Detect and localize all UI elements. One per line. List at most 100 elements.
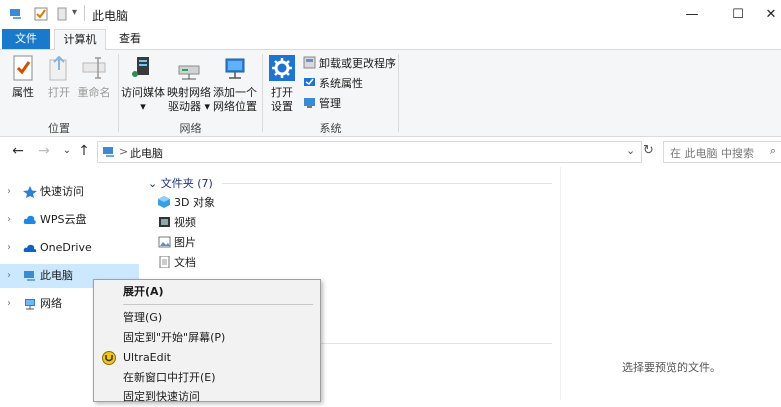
open-settings-button[interactable]: 打开 设置 [265,54,299,114]
location-group-label: 位置 [48,122,70,135]
uninstall-program-button[interactable]: 卸载或更改程序 [303,54,396,74]
expand-chevron-icon[interactable]: › [7,208,11,232]
this-pc-icon [10,9,21,19]
ribbon: 属性 打开 重命名 位置 访问媒体 ▾ 映射网络 驱动器 ▾ 添加一个 网络位置 [0,50,781,137]
menu-item-label: 固定到"开始"屏幕(P) [123,331,226,344]
manage-label: 管理 [319,97,341,110]
forward-arrow-icon[interactable]: → [35,143,53,159]
search-placeholder: 在 此电脑 中搜索 [670,147,754,160]
network-icon [25,299,35,310]
navigation-row: ← → ⌄ ↑ > 此电脑 ⌄ ↻ 在 此电脑 中搜索 ⌕ [0,137,781,167]
open-button[interactable]: 打开 [44,54,74,100]
rename-label: 重命名 [77,86,111,99]
3d-objects-icon [158,196,170,208]
address-dropdown-icon[interactable]: ⌄ [626,144,635,157]
menu-item-pin-to-start[interactable]: 固定到"开始"屏幕(P) [94,328,320,348]
access-media-label: 访问媒体 [121,86,165,99]
network-location-icon [225,58,245,79]
uninstall-icon [303,56,316,69]
maximize-button[interactable]: ☐ [715,0,761,29]
minimize-button[interactable]: — [669,0,715,29]
address-bar[interactable]: > 此电脑 ⌄ [97,141,642,163]
expand-chevron-icon[interactable]: › [7,236,11,260]
menu-item-expand[interactable]: 展开(A) [94,282,320,302]
expand-chevron-icon[interactable]: › [7,292,11,316]
tab-view[interactable]: 查看 [108,29,152,49]
back-arrow-icon[interactable]: ← [9,143,27,159]
properties-button[interactable]: 属性 [6,54,40,100]
nav-label: 此电脑 [40,269,73,282]
menu-item-manage[interactable]: 管理(G) [94,308,320,328]
folder-item[interactable]: 图片 [158,233,196,253]
new-folder-icon[interactable] [55,7,69,21]
up-arrow-icon[interactable]: ↑ [75,143,93,159]
menu-item-open-new-window[interactable]: 在新窗口中打开(E) [94,368,320,388]
expand-chevron-icon[interactable]: › [7,264,11,288]
search-box[interactable]: 在 此电脑 中搜索 ⌕ [663,141,781,163]
folder-label: 3D 对象 [174,196,215,209]
manage-button[interactable]: 管理 [303,94,341,114]
rename-button[interactable]: 重命名 [76,54,112,100]
folder-label: 图片 [174,236,196,249]
breadcrumb-this-pc[interactable]: 此电脑 [130,145,163,161]
breadcrumb-separator[interactable]: > [119,145,128,158]
folder-item[interactable]: 视频 [158,213,196,233]
uninstall-program-label: 卸载或更改程序 [319,57,396,70]
folders-group-title: 文件夹 (7) [160,177,213,190]
menu-item-label: UltraEdit [123,351,171,364]
ribbon-separator [398,54,399,132]
add-network-location-button[interactable]: 添加一个 网络位置 [212,54,258,114]
folder-item[interactable]: 3D 对象 [158,193,215,213]
properties-icon [13,55,33,81]
close-button[interactable]: ✕ [761,0,781,29]
search-icon[interactable]: ⌕ [770,144,776,158]
nav-item-quick-access[interactable]: › 快速访问 [0,180,139,204]
tab-file[interactable]: 文件 [2,29,50,49]
collapse-chevron-icon[interactable]: ⌄ [148,177,157,190]
nav-item-wps-cloud[interactable]: › WPS云盘 [0,208,139,232]
ribbon-tabs: 文件 计算机 查看 [0,29,781,51]
quick-access-dropdown-icon[interactable]: ▾ [72,7,77,18]
access-media-button[interactable]: 访问媒体 ▾ [120,54,166,114]
nav-label: OneDrive [40,241,92,254]
manage-icon [304,98,315,108]
nav-label: 网络 [40,297,62,310]
folder-item[interactable]: 文档 [158,253,196,273]
access-media-dropdown-icon: ▾ [140,100,146,113]
add-network-location-line2: 网络位置 [213,100,257,113]
menu-item-label: 在新窗口中打开(E) [123,371,216,384]
open-settings-line1: 打开 [271,86,293,99]
open-icon [49,55,67,81]
rename-icon [82,57,106,79]
map-network-drive-button[interactable]: 映射网络 驱动器 ▾ [166,54,212,114]
folder-label: 文档 [174,256,196,269]
system-properties-button[interactable]: 系统属性 [303,74,363,94]
refresh-icon[interactable]: ↻ [643,143,654,158]
title-divider [84,5,85,21]
recent-locations-chevron-icon[interactable]: ⌄ [58,145,76,156]
folders-group-header[interactable]: ⌄ 文件夹 (7) [148,175,213,191]
context-menu: 展开(A) 管理(G) 固定到"开始"屏幕(P) UltraEdit 在新窗口中… [93,279,321,403]
map-network-drive-line1: 映射网络 [167,86,211,99]
menu-item-label: 展开(A) [123,285,164,298]
nav-label: WPS云盘 [40,213,87,226]
menu-separator [123,304,313,305]
system-properties-label: 系统属性 [319,77,363,90]
properties-check-icon[interactable] [34,7,48,21]
system-group-label: 系统 [319,122,342,135]
map-network-drive-line2: 驱动器 ▾ [167,100,211,113]
window-title: 此电脑 [92,9,129,23]
nav-item-onedrive[interactable]: › OneDrive [0,236,139,260]
cloud-icon [23,215,36,224]
network-drive-icon [178,65,200,80]
expand-chevron-icon[interactable]: › [7,180,11,204]
network-group-label: 网络 [179,122,202,135]
menu-item-pin-quick-access[interactable]: 固定到快速访问 [94,387,320,407]
properties-label: 属性 [12,86,34,99]
title-bar: ▾ 此电脑 — ☐ ✕ [0,0,781,29]
preview-message: 选择要预览的文件。 [622,361,721,374]
documents-icon [159,256,170,268]
videos-icon [159,217,170,227]
menu-item-ultraedit[interactable]: UltraEdit [94,348,320,368]
tab-computer[interactable]: 计算机 [54,29,106,51]
